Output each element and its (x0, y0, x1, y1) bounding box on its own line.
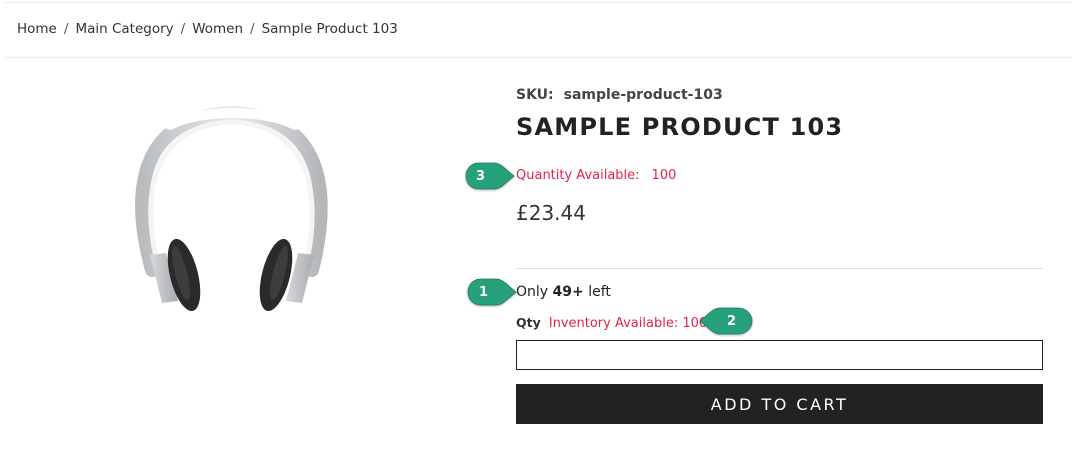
breadcrumb-separator: / (180, 21, 186, 37)
annotation-callout-1: 1 (466, 277, 517, 307)
sku-label: SKU: (516, 87, 554, 103)
top-divider (4, 2, 1072, 3)
callout-number: 3 (476, 168, 486, 184)
callout-number: 2 (727, 313, 737, 329)
product-sku: SKU: sample-product-103 (516, 87, 723, 103)
annotation-callout-2: 2 (699, 306, 754, 336)
qty-row: Qty Inventory Available: 100 (516, 315, 707, 331)
product-price: £23.44 (516, 201, 586, 225)
callout-number: 1 (479, 284, 489, 300)
breadcrumb: Home / Main Category / Women / Sample Product … (17, 21, 398, 37)
section-divider (516, 268, 1043, 269)
add-to-cart-button[interactable]: ADD TO CART (516, 384, 1043, 424)
inventory-available: Inventory Available: 100 (548, 316, 708, 331)
quantity-available-value: 100 (651, 168, 677, 183)
breadcrumb-home[interactable]: Home (17, 21, 57, 37)
breadcrumb-separator: / (250, 21, 255, 37)
stock-suffix: left (588, 284, 611, 300)
annotation-callout-3: 3 (464, 161, 515, 191)
headphones-image (135, 105, 328, 312)
breadcrumb-current: Sample Product 103 (261, 21, 398, 37)
breadcrumb-main-category[interactable]: Main Category (75, 21, 173, 37)
stock-remaining: Only 49+ left (516, 284, 611, 300)
product-title: SAMPLE PRODUCT 103 (516, 113, 844, 141)
qty-label: Qty (516, 315, 541, 330)
stock-prefix: Only (516, 284, 549, 300)
qty-input[interactable] (516, 340, 1043, 370)
breadcrumb-divider (4, 57, 1072, 58)
stock-count: 49+ (552, 284, 584, 300)
product-image[interactable] (100, 95, 360, 335)
breadcrumb-separator: / (63, 21, 69, 37)
sku-value: sample-product-103 (563, 87, 723, 103)
quantity-available-label: Quantity Available: (516, 168, 640, 183)
quantity-available: Quantity Available: 100 (516, 168, 676, 183)
breadcrumb-women[interactable]: Women (192, 21, 243, 37)
